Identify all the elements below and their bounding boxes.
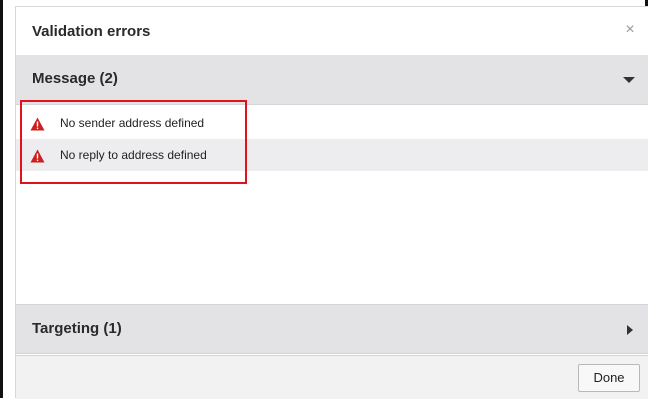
caret-right-icon bbox=[627, 325, 633, 335]
close-icon[interactable]: × bbox=[621, 21, 639, 39]
validation-errors-dialog: Validation errors × Message (2) No sende… bbox=[15, 6, 648, 399]
message-section-label: Message (2) bbox=[32, 70, 118, 87]
error-message: No reply to address defined bbox=[60, 148, 207, 162]
message-error-list: No sender address defined No reply to ad… bbox=[16, 105, 648, 304]
targeting-section-header[interactable]: Targeting (1) bbox=[16, 304, 648, 354]
message-section-header[interactable]: Message (2) bbox=[16, 55, 648, 105]
warning-triangle-icon bbox=[30, 117, 45, 131]
error-item: No reply to address defined bbox=[16, 139, 648, 171]
dialog-title-bar: Validation errors × bbox=[16, 7, 648, 56]
targeting-section-label: Targeting (1) bbox=[32, 320, 122, 337]
window-frame: Validation errors × Message (2) No sende… bbox=[0, 0, 648, 399]
error-message: No sender address defined bbox=[60, 116, 205, 130]
caret-down-icon bbox=[623, 77, 635, 83]
error-item: No sender address defined bbox=[16, 107, 648, 139]
warning-triangle-icon bbox=[30, 149, 45, 163]
dialog-title: Validation errors bbox=[32, 23, 151, 40]
dialog-footer: Done bbox=[16, 355, 648, 399]
done-button[interactable]: Done bbox=[578, 364, 640, 392]
